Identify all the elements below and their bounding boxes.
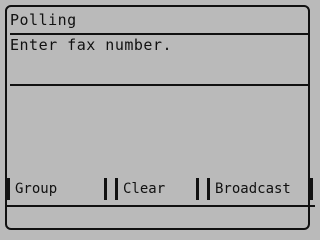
title-divider bbox=[10, 33, 310, 35]
broadcast-softkey[interactable]: Broadcast bbox=[207, 178, 313, 200]
bottom-divider bbox=[5, 205, 315, 207]
softkey-bar: Group Clear Broadcast bbox=[7, 178, 313, 200]
fax-number-prompt: Enter fax number. bbox=[10, 36, 173, 54]
group-softkey[interactable]: Group bbox=[7, 178, 107, 200]
fax-number-input[interactable] bbox=[10, 62, 310, 86]
screen-title: Polling bbox=[10, 11, 77, 29]
status-bar bbox=[5, 208, 315, 230]
clear-softkey[interactable]: Clear bbox=[115, 178, 199, 200]
